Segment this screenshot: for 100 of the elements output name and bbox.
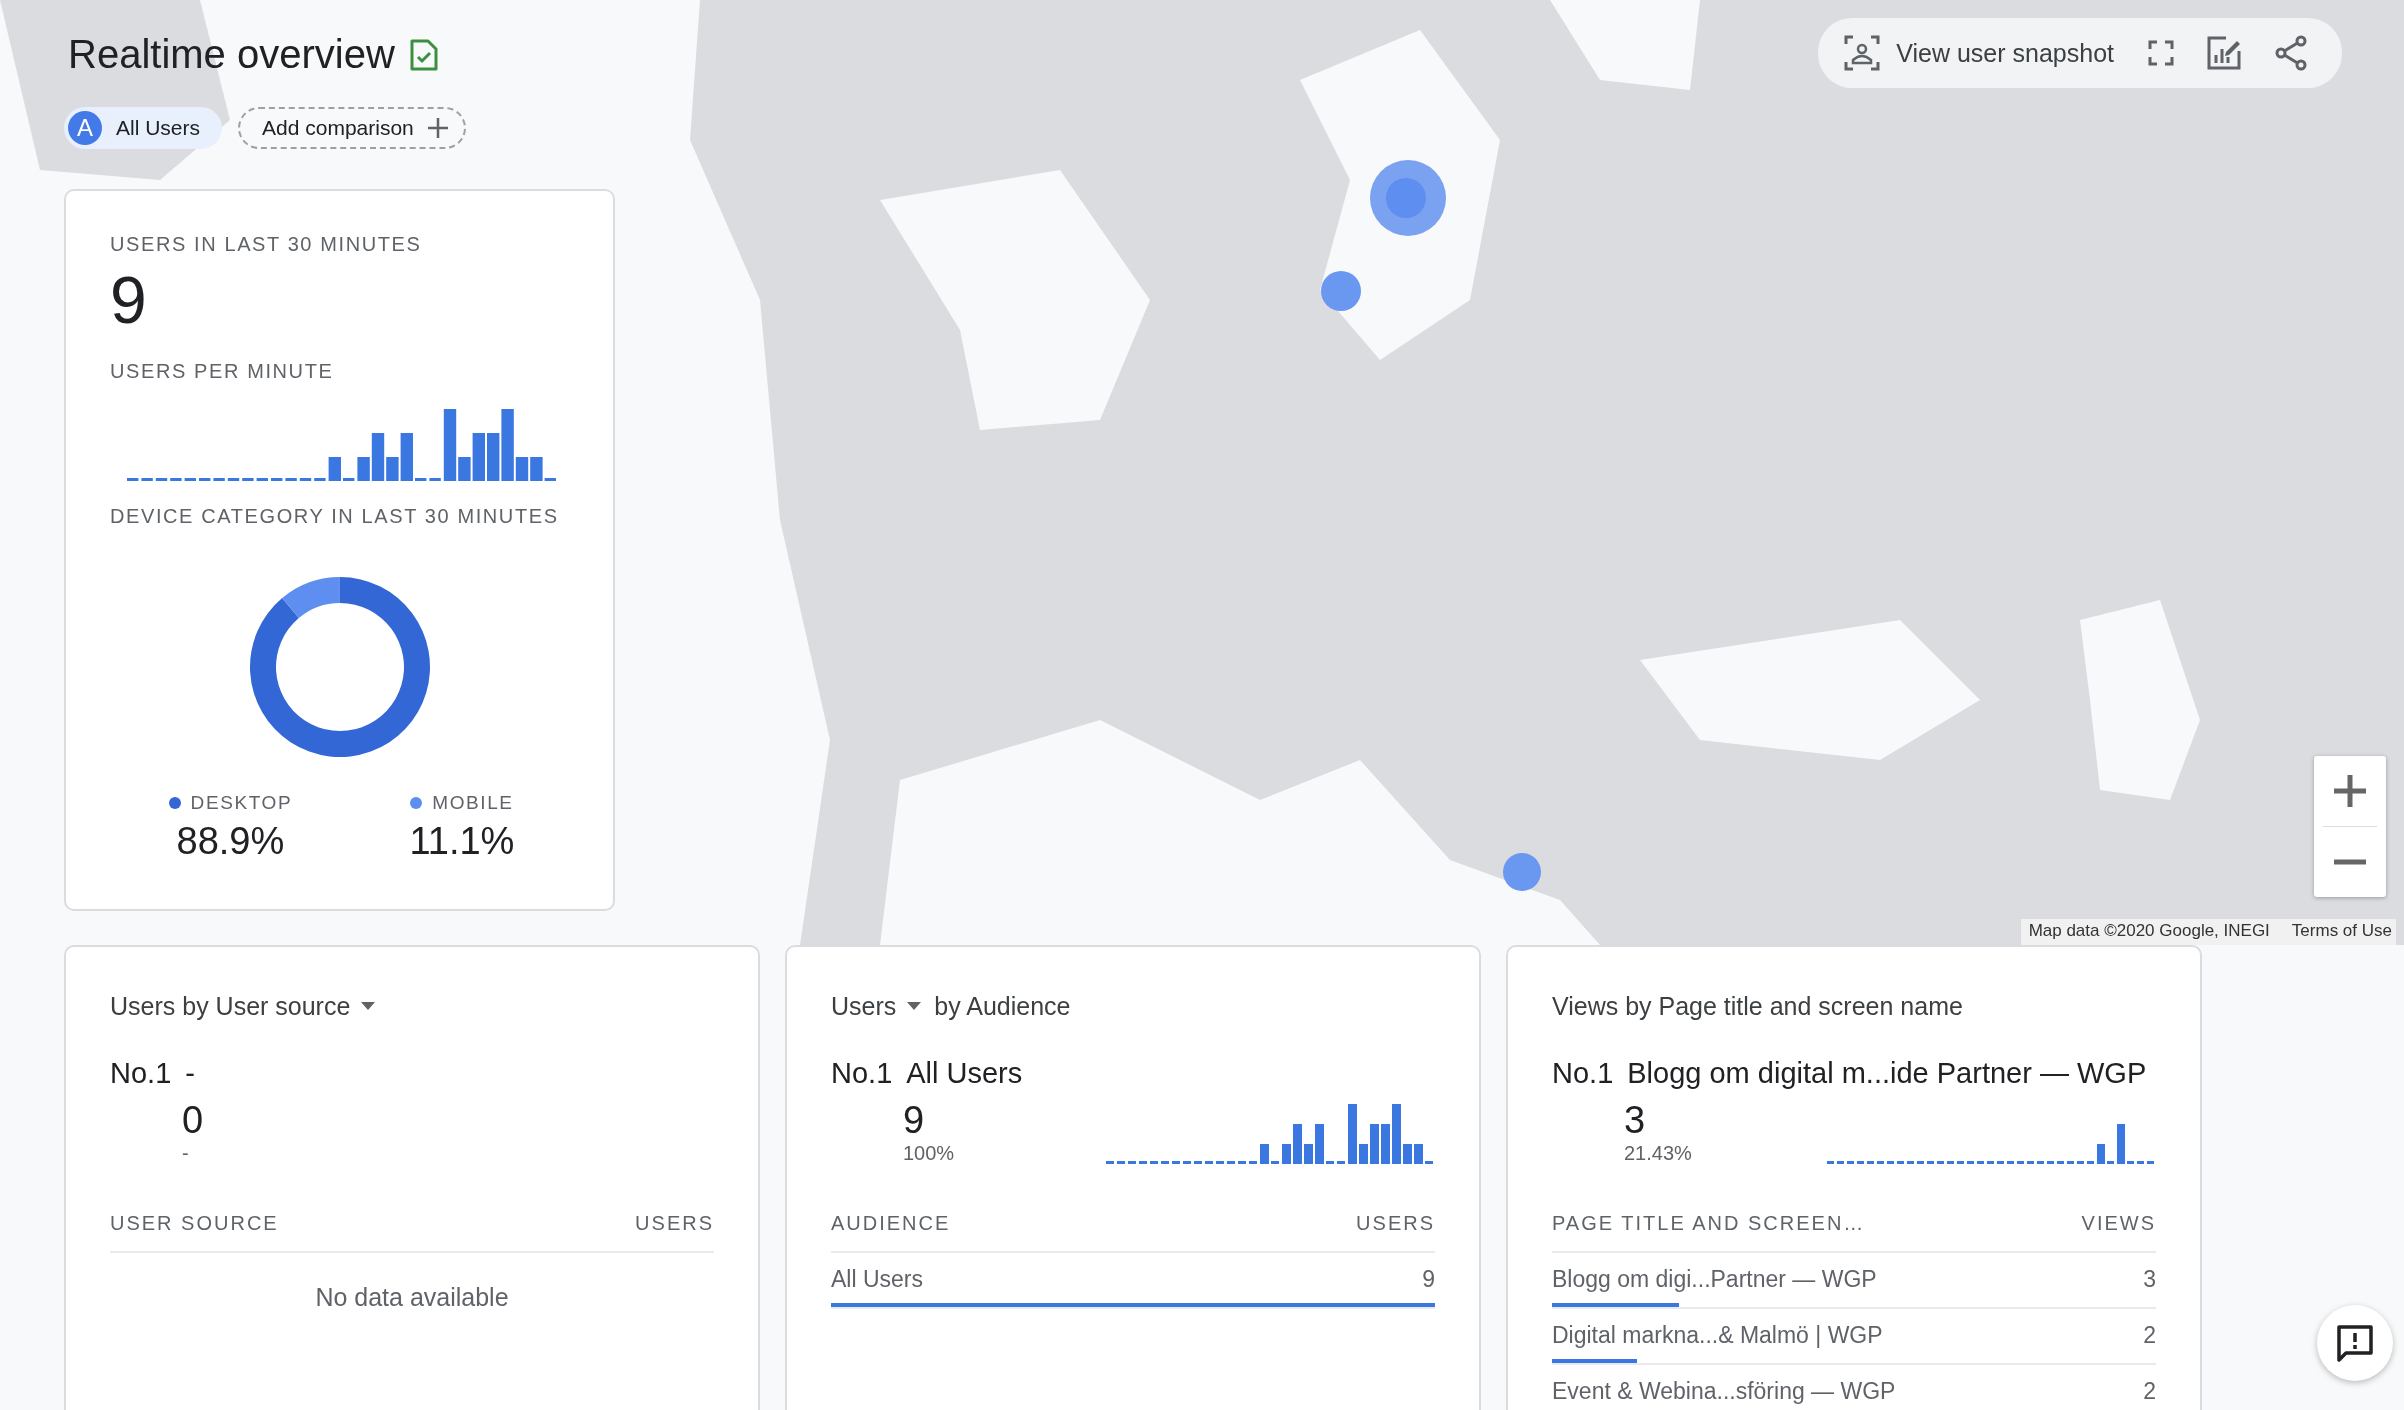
column-header: USER SOURCE <box>110 1212 279 1235</box>
bar <box>2127 1161 2134 1164</box>
bar <box>1337 1161 1345 1164</box>
bar <box>1947 1161 1954 1164</box>
top-item-name: - <box>185 1057 195 1090</box>
chip-label: All Users <box>116 116 200 140</box>
bar <box>1227 1161 1235 1164</box>
bar <box>1260 1144 1269 1164</box>
card-label: DEVICE CATEGORY IN LAST 30 MINUTES <box>110 505 560 528</box>
fullscreen-icon <box>2148 40 2174 66</box>
person-frame-icon <box>1844 35 1881 71</box>
bar <box>2087 1161 2094 1164</box>
bar <box>1937 1161 1944 1164</box>
bar <box>1249 1161 1257 1164</box>
bar <box>1150 1161 1158 1164</box>
metric-dropdown[interactable]: Users <box>831 991 923 1021</box>
feedback-button[interactable] <box>2317 1305 2393 1381</box>
bar <box>1917 1161 1924 1164</box>
bar <box>1370 1124 1379 1164</box>
user-count: 9 <box>110 262 148 338</box>
table-cell: 9 <box>1422 1266 1435 1293</box>
bar <box>1161 1161 1169 1164</box>
table-cell: 3 <box>2143 1266 2156 1293</box>
avatar: A <box>68 111 102 145</box>
bar <box>1315 1124 1324 1164</box>
card-label: USERS PER MINUTE <box>110 360 335 383</box>
top-item-share: 100% <box>903 1142 955 1166</box>
bar <box>256 478 268 481</box>
bar <box>2077 1161 2084 1164</box>
bar <box>1139 1161 1147 1164</box>
bar <box>1403 1144 1412 1164</box>
bar <box>314 478 326 481</box>
bar <box>1238 1161 1246 1164</box>
bar <box>1205 1161 1213 1164</box>
bar <box>2097 1144 2105 1164</box>
view-user-snapshot-button[interactable]: View user snapshot <box>1834 35 2124 71</box>
table-cell: Blogg om digi...Partner — WGP <box>1552 1266 1877 1293</box>
bar <box>1987 1161 1994 1164</box>
bar <box>2047 1161 2054 1164</box>
bar <box>2037 1161 2044 1164</box>
bar <box>1194 1161 1202 1164</box>
bar <box>127 478 139 481</box>
top-item-share: - <box>182 1142 190 1166</box>
bar <box>343 478 355 481</box>
column-header: AUDIENCE <box>831 1212 951 1235</box>
bar <box>1381 1124 1390 1164</box>
bar <box>2027 1161 2034 1164</box>
bar <box>1425 1161 1433 1164</box>
bar <box>1877 1161 1884 1164</box>
bar <box>199 478 211 481</box>
bar <box>1867 1161 1874 1164</box>
card-label: USERS IN LAST 30 MINUTES <box>110 233 423 256</box>
metric-dropdown[interactable]: Users by User source <box>110 991 377 1021</box>
bar <box>1326 1161 1334 1164</box>
table-cell: Digital markna...& Malmö | WGP <box>1552 1322 1883 1349</box>
legend-label: MOBILE <box>432 792 514 814</box>
bar <box>1293 1124 1302 1164</box>
top-item-value: 9 <box>903 1098 926 1142</box>
bar <box>1967 1161 1974 1164</box>
share-icon <box>2274 35 2308 71</box>
minus-icon <box>2333 859 2367 865</box>
bar <box>1837 1161 1844 1164</box>
rank-label: No.1 <box>831 1057 893 1090</box>
legend-label: DESKTOP <box>190 792 293 814</box>
column-header: USERS <box>1356 1212 1435 1235</box>
comparison-chip[interactable]: A All Users <box>64 107 222 149</box>
bar <box>1827 1161 1834 1164</box>
bar <box>1414 1144 1423 1164</box>
page-title: Realtime overview <box>68 32 395 77</box>
top-item-value: 0 <box>182 1098 204 1142</box>
add-comparison-button[interactable]: Add comparison <box>238 107 466 149</box>
bar <box>328 457 341 481</box>
bar <box>1847 1161 1854 1164</box>
bar <box>1997 1161 2004 1164</box>
bar <box>242 478 254 481</box>
bar <box>415 478 427 481</box>
terms-link[interactable]: Terms of Use <box>2291 921 2392 941</box>
bar <box>1271 1161 1279 1164</box>
rank-label: No.1 <box>1552 1057 1614 1090</box>
bar <box>299 478 312 481</box>
column-header: PAGE TITLE AND SCREEN… <box>1552 1212 1866 1235</box>
location-bubble <box>1503 853 1541 891</box>
top-item-value: 3 <box>1624 1098 1647 1142</box>
bar <box>170 478 182 481</box>
bar <box>1304 1144 1313 1164</box>
column-header: USERS <box>635 1212 714 1235</box>
bar <box>2107 1161 2114 1164</box>
top-item-name: Blogg om digital m...ide Partner — WGP <box>1627 1057 2147 1090</box>
bar <box>2147 1161 2154 1164</box>
bar <box>1392 1104 1401 1164</box>
bar <box>1348 1104 1357 1164</box>
bar <box>271 478 283 481</box>
chart-edit-icon <box>2206 35 2242 71</box>
bar <box>1359 1144 1368 1164</box>
table-cell: All Users <box>831 1266 923 1293</box>
legend-value: 88.9% <box>176 820 285 863</box>
bar <box>1106 1161 1114 1164</box>
card-title: Views by Page title and screen name <box>1552 991 1963 1021</box>
caret-icon <box>360 1001 377 1011</box>
caret-icon <box>906 1001 923 1011</box>
